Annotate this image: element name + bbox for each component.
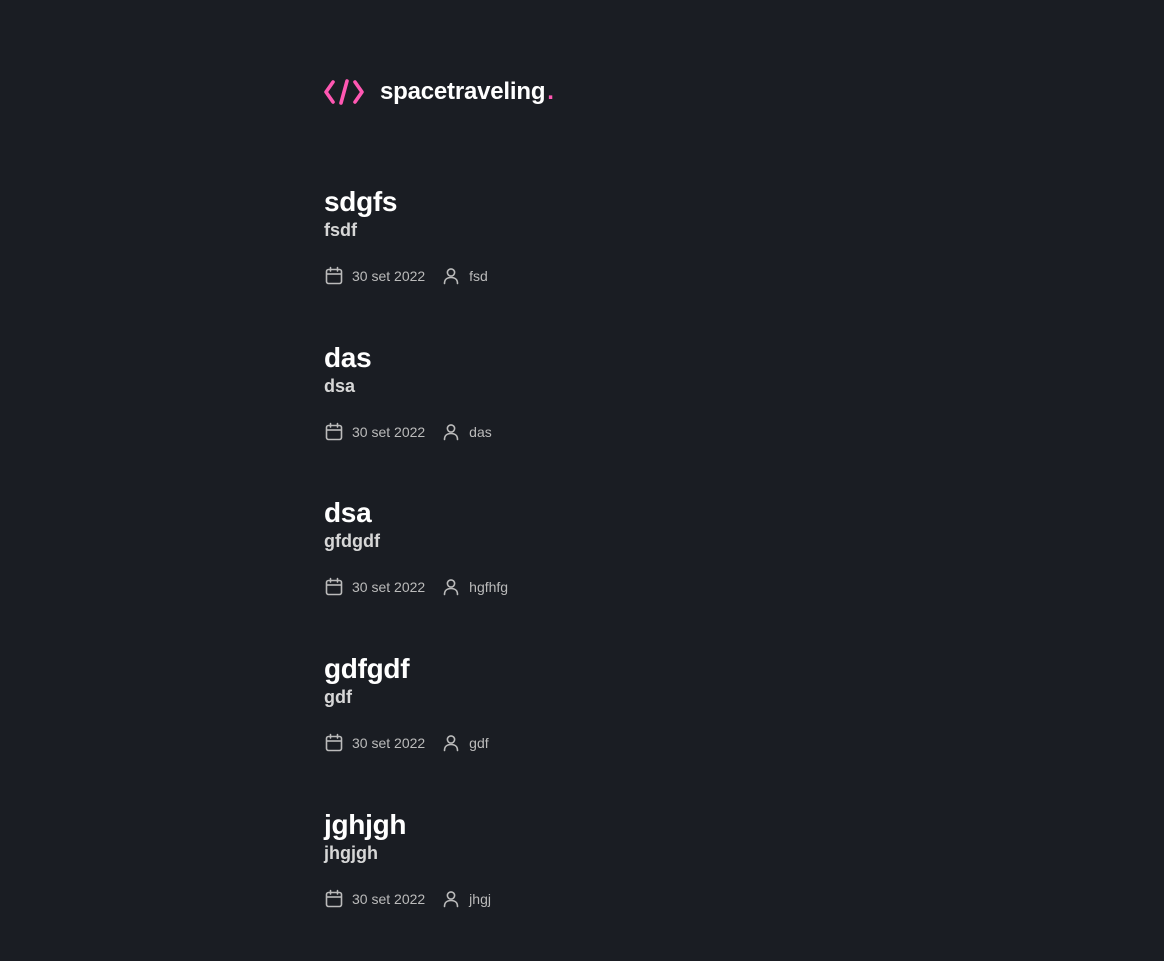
post-title: sdgfs [324,186,398,217]
post-info: 30 set 2022 jhgj [324,888,884,910]
calendar-icon [325,578,343,596]
post-subtitle: jhgjgh [324,842,378,863]
post-subtitle: dsa [324,375,356,396]
code-brackets-icon [324,79,364,105]
post-author: gdf [441,733,489,753]
post-date-text: 30 set 2022 [352,735,426,752]
post-title: das [324,341,372,373]
post-date: 30 set 2022 [324,577,425,597]
post-date: 30 set 2022 [324,889,425,909]
post-subtitle: fsdf [324,220,357,240]
post-title: jghjgh [324,808,407,840]
post-title: dsa [324,497,372,529]
post-date-text: 30 set 2022 [352,268,426,284]
calendar-icon [325,733,343,752]
user-icon [443,890,459,908]
user-icon [443,735,459,752]
post-link[interactable]: gdfgdf gdf 30 set 2022 gdf [324,650,884,806]
post-date: 30 set 2022 [324,422,425,442]
post-author-text: das [469,423,492,440]
calendar-icon [325,889,343,908]
post-author-text: gdf [469,735,489,752]
post-author: hgfhfg [441,577,508,597]
post-date: 30 set 2022 [324,266,425,286]
post-date-text: 30 set 2022 [352,423,426,440]
post-link[interactable]: jghjgh jhgjgh 30 set 2022 jhgj [324,806,884,961]
post-info: 30 set 2022 gdf [324,732,884,754]
post-date-text: 30 set 2022 [352,890,426,907]
post-info: 30 set 2022 das [324,421,884,443]
post-info: 30 set 2022 hgfhfg [324,576,884,598]
post-author-text: hgfhfg [469,579,509,596]
post-subtitle: gdf [324,687,352,708]
post-link[interactable]: dsa gfdgdf 30 set 2022 hgfhfg [324,494,884,650]
post-list: sdgfs fsdf 30 set 2022 fsd das dsa 30 se… [324,183,884,961]
post-date: 30 set 2022 [324,733,425,753]
post-author-text: fsd [469,268,488,284]
post-date-text: 30 set 2022 [352,579,426,596]
calendar-icon [325,422,343,440]
post-author: das [441,422,492,442]
post-info: 30 set 2022 fsd [324,265,884,287]
calendar-icon [325,266,343,285]
user-icon [443,268,459,285]
post-author: fsd [441,266,488,286]
logo-link[interactable]: spacetraveling. [324,78,554,106]
user-icon [443,423,459,440]
user-icon [443,579,459,596]
brand-dot: . [547,78,554,105]
post-author-text: jhgj [469,890,491,907]
post-link[interactable]: sdgfs fsdf 30 set 2022 fsd [324,183,884,339]
brand-name: spacetraveling [380,78,546,105]
post-author: jhgj [441,889,491,909]
post-subtitle: gfdgdf [324,531,380,552]
post-title: gdfgdf [324,653,410,685]
post-link[interactable]: das dsa 30 set 2022 das [324,339,884,495]
